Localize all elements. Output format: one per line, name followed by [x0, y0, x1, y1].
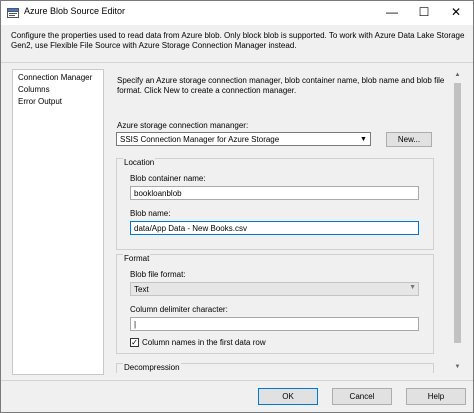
page-navigation-list: Connection Manager Columns Error Output — [12, 69, 104, 375]
scroll-up-icon[interactable]: ▲ — [451, 69, 464, 81]
maximize-icon: ☐ — [418, 5, 430, 19]
blob-name-input[interactable]: data/App Data - New Books.csv — [130, 221, 419, 235]
connection-manager-dropdown[interactable]: SSIS Connection Manager for Azure Storag… — [116, 132, 371, 146]
scrollbar-thumb[interactable] — [454, 83, 461, 343]
connection-manager-value: SSIS Connection Manager for Azure Storag… — [120, 135, 280, 144]
scroll-down-icon[interactable]: ▼ — [451, 361, 464, 373]
ok-button-label: OK — [282, 392, 294, 401]
container-name-label: Blob container name: — [130, 174, 206, 183]
column-delimiter-label: Column delimiter character: — [130, 305, 228, 314]
new-connection-button[interactable]: New... — [386, 132, 432, 147]
column-delimiter-value: | — [134, 320, 137, 329]
format-group: Format Blob file format: Text ▼ Column d… — [116, 254, 434, 354]
help-button-label: Help — [427, 392, 445, 401]
new-button-label: New... — [397, 135, 421, 144]
blob-name-value: data/App Data - New Books.csv — [134, 224, 247, 233]
container-name-value: bookloanblob — [134, 189, 182, 198]
cancel-button[interactable]: Cancel — [332, 388, 392, 405]
footer-divider — [1, 380, 473, 381]
blob-name-label: Blob name: — [130, 209, 171, 218]
connection-intro-text: Specify an Azure storage connection mana… — [117, 76, 445, 95]
file-format-value: Text — [134, 285, 149, 294]
nav-item-columns[interactable]: Columns — [18, 85, 50, 94]
nav-item-connection-manager[interactable]: Connection Manager — [18, 73, 92, 82]
settings-scrollbar[interactable]: ▲ ▼ — [451, 69, 464, 373]
header-divider — [1, 62, 473, 63]
column-names-label: Column names in the first data row — [142, 338, 266, 347]
maximize-button[interactable]: ☐ — [409, 1, 439, 23]
column-delimiter-input[interactable]: | — [130, 317, 419, 331]
file-format-label: Blob file format: — [130, 270, 186, 279]
decompression-group-title: Decompression — [123, 363, 181, 372]
title-bar: Azure Blob Source Editor — ☐ ✕ — [1, 1, 473, 25]
editor-window: Azure Blob Source Editor — ☐ ✕ Configure… — [0, 0, 474, 413]
file-format-dropdown[interactable]: Text ▼ — [130, 282, 419, 296]
checkmark-icon: ✓ — [131, 338, 138, 347]
dropdown-arrow-icon[interactable]: ▼ — [357, 133, 370, 145]
minimize-icon: — — [386, 5, 398, 19]
column-names-checkbox[interactable]: ✓ — [130, 338, 139, 347]
connection-manager-label: Azure storage connection mananger: — [117, 121, 249, 130]
azure-blob-app-icon — [7, 8, 19, 18]
nav-item-error-output[interactable]: Error Output — [18, 97, 62, 106]
help-button[interactable]: Help — [406, 388, 466, 405]
close-button[interactable]: ✕ — [441, 1, 471, 23]
window-title: Azure Blob Source Editor — [24, 6, 126, 16]
editor-description: Configure the properties used to read da… — [11, 31, 465, 50]
close-icon: ✕ — [450, 5, 462, 19]
minimize-button[interactable]: — — [377, 1, 407, 23]
location-group-title: Location — [123, 158, 156, 167]
container-name-input[interactable]: bookloanblob — [130, 186, 419, 200]
ok-button[interactable]: OK — [258, 388, 318, 405]
chevron-down-icon: ▼ — [409, 284, 416, 291]
cancel-button-label: Cancel — [349, 392, 375, 401]
format-group-title: Format — [123, 254, 151, 263]
decompression-group: Decompression — [116, 363, 434, 373]
settings-panel: Specify an Azure storage connection mana… — [108, 69, 464, 373]
location-group: Location Blob container name: bookloanbl… — [116, 158, 434, 250]
